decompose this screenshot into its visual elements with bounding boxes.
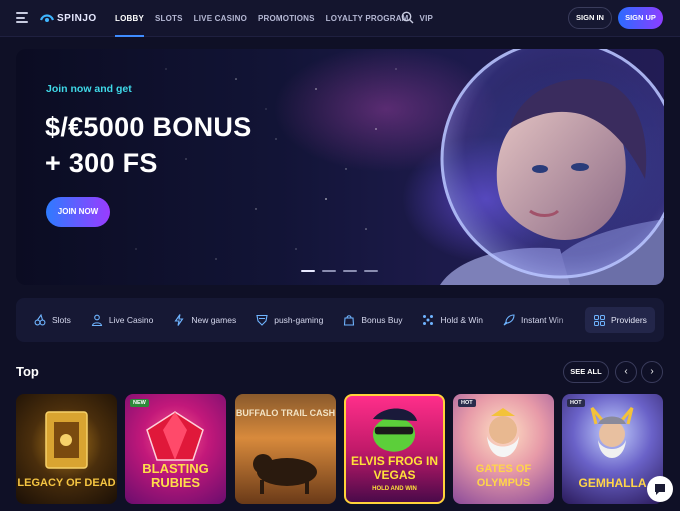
sign-up-button[interactable]: SIGN UP [618, 7, 663, 29]
astronaut-illustration [440, 49, 664, 285]
providers-label: Providers [611, 315, 647, 325]
logo-text: SPINJO [57, 12, 97, 24]
category-label: Bonus Buy [361, 315, 403, 325]
chevron-right-icon: › [650, 366, 654, 377]
carousel-dot[interactable] [343, 270, 357, 272]
search-icon[interactable] [401, 11, 414, 24]
lightning-icon [174, 314, 184, 326]
providers-button[interactable]: Providers [585, 307, 655, 333]
nav-live-casino[interactable]: LIVE CASINO [194, 0, 247, 37]
sign-in-button[interactable]: SIGN IN [568, 7, 612, 29]
hero-title-line-2: + 300 FS [45, 148, 158, 178]
game-tile-gates-of-olympus[interactable]: HOT GATES OF OLYMPUS [453, 394, 554, 504]
provider-shield-icon [256, 314, 268, 326]
hero-banner[interactable]: Join now and get $/€5000 BONUS + 300 FS … [16, 49, 664, 285]
category-push-gaming[interactable]: push-gaming [256, 314, 323, 326]
category-new-games[interactable]: New games [173, 314, 236, 326]
bag-icon [344, 315, 355, 326]
hero-title: $/€5000 BONUS + 300 FS [45, 109, 325, 181]
nav-vip[interactable]: VIP [420, 0, 434, 37]
carousel-dot[interactable] [364, 270, 378, 272]
game-badge: HOT [567, 399, 585, 407]
category-slots[interactable]: Slots [34, 314, 71, 326]
category-label: Live Casino [108, 315, 154, 325]
category-bar: Slots Live Casino New games push-gaming … [16, 298, 664, 342]
carousel-next-button[interactable]: › [641, 361, 663, 383]
logo[interactable]: SPINJO [40, 10, 97, 26]
nav-loyalty-program[interactable]: LOYALTY PROGRAM [326, 0, 409, 37]
game-tile-elvis-frog[interactable]: ELVIS FROG IN VEGAS HOLD AND WIN [344, 394, 445, 504]
logo-icon [40, 14, 54, 22]
category-hold-win[interactable]: Hold & Win [422, 314, 483, 326]
nav-promotions[interactable]: PROMOTIONS [258, 0, 315, 37]
join-now-button[interactable]: JOIN NOW [46, 197, 110, 227]
dealer-icon [91, 314, 103, 326]
menu-icon[interactable] [16, 12, 28, 23]
hero-title-line-1: $/€5000 BONUS [45, 112, 252, 142]
category-label: New games [191, 315, 237, 325]
carousel-dot[interactable] [301, 270, 315, 272]
chat-button[interactable] [647, 476, 673, 502]
game-badge: NEW [130, 399, 149, 407]
game-tile-blasting-rubies[interactable]: NEW BLASTING RUBIES [125, 394, 226, 504]
game-title: BUFFALO TRAIL CASH [235, 408, 336, 418]
game-title: GATES OF OLYMPUS [475, 463, 532, 489]
game-tile-buffalo-trail[interactable]: BUFFALO TRAIL CASH [235, 394, 336, 504]
game-title: BLASTING RUBIES [142, 461, 209, 490]
category-bonus-buy[interactable]: Bonus Buy [343, 314, 402, 326]
cherries-icon [34, 314, 46, 326]
hero-subtitle: Join now and get [46, 83, 132, 95]
game-title: LEGACY OF DEAD [17, 477, 116, 489]
chat-icon [655, 484, 665, 495]
grid-dots-icon [423, 315, 434, 325]
category-live-casino[interactable]: Live Casino [91, 314, 153, 326]
category-label: push-gaming [274, 315, 324, 325]
chevron-left-icon: ‹ [624, 366, 628, 377]
top-navigation-bar: SPINJO LOBBY SLOTS LIVE CASINO PROMOTION… [0, 0, 680, 37]
game-subtitle: HOLD AND WIN [372, 486, 417, 492]
see-all-button[interactable]: SEE ALL [563, 361, 609, 383]
nav-slots[interactable]: SLOTS [155, 0, 183, 37]
carousel-indicators [301, 270, 378, 272]
carousel-dot[interactable] [322, 270, 336, 272]
rocket-icon [503, 314, 515, 326]
category-label: Slots [52, 315, 71, 325]
grid-icon [594, 314, 605, 326]
carousel-prev-button[interactable]: ‹ [615, 361, 637, 383]
game-title: ELVIS FROG IN VEGAS [350, 454, 439, 482]
game-tile-legacy-of-dead[interactable]: LEGACY OF DEAD [16, 394, 117, 504]
main-nav: LOBBY SLOTS LIVE CASINO PROMOTIONS LOYAL… [115, 0, 444, 37]
game-badge: HOT [458, 399, 476, 407]
category-label: Hold & Win [440, 315, 483, 325]
section-title-top: Top [16, 364, 39, 379]
nav-lobby[interactable]: LOBBY [115, 0, 144, 37]
